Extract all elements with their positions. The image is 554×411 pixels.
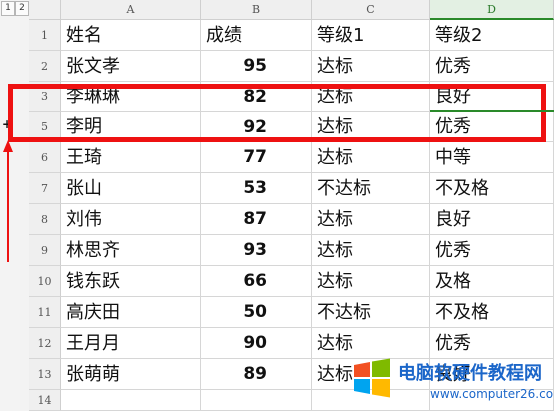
cell-score[interactable]: 87 <box>201 204 312 235</box>
row-header-11[interactable]: 11 <box>29 297 61 328</box>
row-header-1[interactable]: 1 <box>29 20 61 51</box>
row-header-2[interactable]: 2 <box>29 51 61 82</box>
cell-name[interactable]: 张萌萌 <box>61 359 201 390</box>
cell-score[interactable]: 90 <box>201 328 312 359</box>
cell-score[interactable]: 95 <box>201 51 312 82</box>
column-header-c[interactable]: C <box>312 0 430 20</box>
row-header-7[interactable]: 7 <box>29 173 61 204</box>
row-header-5[interactable]: 5 <box>29 112 61 142</box>
cell-score[interactable]: 77 <box>201 142 312 173</box>
row-header-6[interactable]: 6 <box>29 142 61 173</box>
cell-grade1[interactable]: 达标 <box>312 51 430 82</box>
row-header-13[interactable]: 13 <box>29 359 61 390</box>
cell-name[interactable]: 高庆田 <box>61 297 201 328</box>
column-header-a[interactable]: A <box>61 0 201 20</box>
cell-score[interactable]: 50 <box>201 297 312 328</box>
cell-grade1[interactable]: 达标 <box>312 112 430 142</box>
select-all-corner[interactable] <box>29 0 61 20</box>
cell-name[interactable]: 王琦 <box>61 142 201 173</box>
cell-grade1[interactable]: 达标 <box>312 235 430 266</box>
cell-grade2[interactable]: 优秀 <box>430 112 554 142</box>
column-header-b[interactable]: B <box>201 0 312 20</box>
header-cell-grade2[interactable]: 等级2 <box>430 20 554 51</box>
cell-name[interactable]: 李琳琳 <box>61 82 201 112</box>
cell-grade1[interactable]: 不达标 <box>312 173 430 204</box>
cell-grade2[interactable]: 不及格 <box>430 173 554 204</box>
cell-name[interactable]: 王月月 <box>61 328 201 359</box>
row-header-10[interactable]: 10 <box>29 266 61 297</box>
cell-name[interactable]: 刘伟 <box>61 204 201 235</box>
header-cell-grade1[interactable]: 等级1 <box>312 20 430 51</box>
windows-logo-icon <box>354 358 390 398</box>
row-header-9[interactable]: 9 <box>29 235 61 266</box>
cell-grade2[interactable]: 及格 <box>430 266 554 297</box>
cell-score[interactable]: 89 <box>201 359 312 390</box>
cell-grade1[interactable]: 达标 <box>312 204 430 235</box>
cell-grade1[interactable]: 达标 <box>312 82 430 112</box>
cell-grade2[interactable]: 优秀 <box>430 328 554 359</box>
cell-grade2[interactable]: 优秀 <box>430 235 554 266</box>
cell-score[interactable]: 93 <box>201 235 312 266</box>
red-arrow-annotation-icon <box>3 140 13 262</box>
row-header-12[interactable]: 12 <box>29 328 61 359</box>
cell-grade2[interactable]: 不及格 <box>430 297 554 328</box>
cell-grade1[interactable]: 达标 <box>312 328 430 359</box>
cell-name[interactable]: 张山 <box>61 173 201 204</box>
row-header-14[interactable]: 14 <box>29 390 61 411</box>
header-cell-score[interactable]: 成绩 <box>201 20 312 51</box>
cell-grade1[interactable]: 达标 <box>312 266 430 297</box>
row-header-8[interactable]: 8 <box>29 204 61 235</box>
cell-name[interactable] <box>61 390 201 411</box>
header-cell-name[interactable]: 姓名 <box>61 20 201 51</box>
row-header-3[interactable]: 3 <box>29 82 61 112</box>
cell-grade1[interactable]: 达标 <box>312 142 430 173</box>
cell-name[interactable]: 林思齐 <box>61 235 201 266</box>
cell-score[interactable]: 53 <box>201 173 312 204</box>
cell-grade2[interactable]: 中等 <box>430 142 554 173</box>
cell-grade2[interactable]: 良好 <box>430 204 554 235</box>
cell-score[interactable]: 92 <box>201 112 312 142</box>
cell-name[interactable]: 张文孝 <box>61 51 201 82</box>
cell-grade2[interactable]: 良好 <box>430 82 554 112</box>
cell-grade1[interactable]: 不达标 <box>312 297 430 328</box>
cell-score[interactable]: 82 <box>201 82 312 112</box>
column-header-d[interactable]: D <box>430 0 554 20</box>
watermark-title: 电脑软硬件教程网 <box>398 363 542 384</box>
watermark-url: www.computer26.com <box>430 387 554 401</box>
watermark: 电脑软硬件教程网 www.computer26.com <box>350 356 554 411</box>
cell-name[interactable]: 钱东跃 <box>61 266 201 297</box>
cell-name[interactable]: 李明 <box>61 112 201 142</box>
cell-score[interactable] <box>201 390 312 411</box>
cell-grade2[interactable]: 优秀 <box>430 51 554 82</box>
cell-score[interactable]: 66 <box>201 266 312 297</box>
